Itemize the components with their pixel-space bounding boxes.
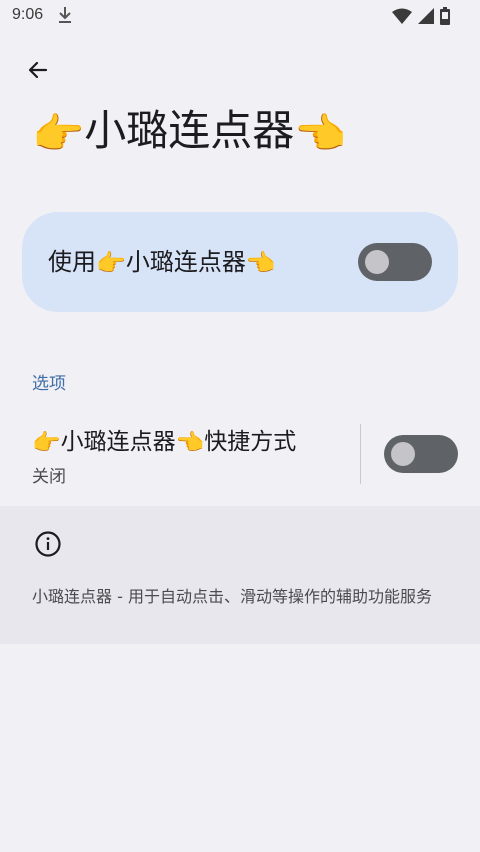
shortcut-title-suffix: 快捷方式: [204, 429, 297, 455]
section-header-options: 选项: [32, 374, 66, 394]
main-switch-label: 使用👉小璐连点器👈: [48, 246, 276, 279]
download-icon: [59, 7, 71, 23]
info-icon: [35, 531, 61, 557]
divider: [360, 424, 361, 484]
shortcut-option-row[interactable]: 👉小璐连点器👈快捷方式 关闭: [0, 412, 480, 498]
pointing-left-emoji: 👈: [245, 249, 276, 277]
pointing-right-emoji: 👉: [32, 429, 61, 456]
shortcut-toggle[interactable]: [384, 435, 458, 473]
toggle-knob: [365, 250, 389, 274]
status-bar: 9:06: [0, 0, 480, 32]
shortcut-summary: 关闭: [32, 467, 66, 487]
info-description: 小璐连点器 - 用于自动点击、滑动等操作的辅助功能服务: [32, 587, 432, 606]
page-title: 👉小璐连点器👈: [32, 100, 462, 165]
back-button[interactable]: [20, 52, 56, 88]
pointing-right-emoji: 👉: [96, 249, 126, 277]
pointing-right-emoji: 👉: [32, 108, 85, 158]
back-arrow-icon: [28, 61, 48, 79]
status-time: 9:06: [12, 6, 44, 23]
shortcut-title: 👉小璐连点器👈快捷方式: [32, 426, 296, 459]
battery-icon: [440, 7, 450, 25]
shortcut-title-name: 小璐连点器: [60, 429, 176, 455]
page-title-text: 小璐连点器: [84, 106, 295, 155]
toggle-knob: [391, 442, 415, 466]
main-switch-card[interactable]: 使用👉小璐连点器👈: [22, 212, 458, 312]
pointing-left-emoji: 👈: [294, 108, 347, 158]
main-switch-prefix: 使用: [48, 248, 96, 276]
pointing-left-emoji: 👈: [175, 429, 205, 456]
cell-signal-icon: [418, 8, 434, 24]
main-switch-toggle[interactable]: [358, 243, 432, 281]
info-panel: 小璐连点器 - 用于自动点击、滑动等操作的辅助功能服务: [0, 506, 480, 644]
wifi-icon: [392, 8, 412, 24]
status-icons: [392, 6, 450, 26]
main-switch-name: 小璐连点器: [125, 248, 246, 276]
